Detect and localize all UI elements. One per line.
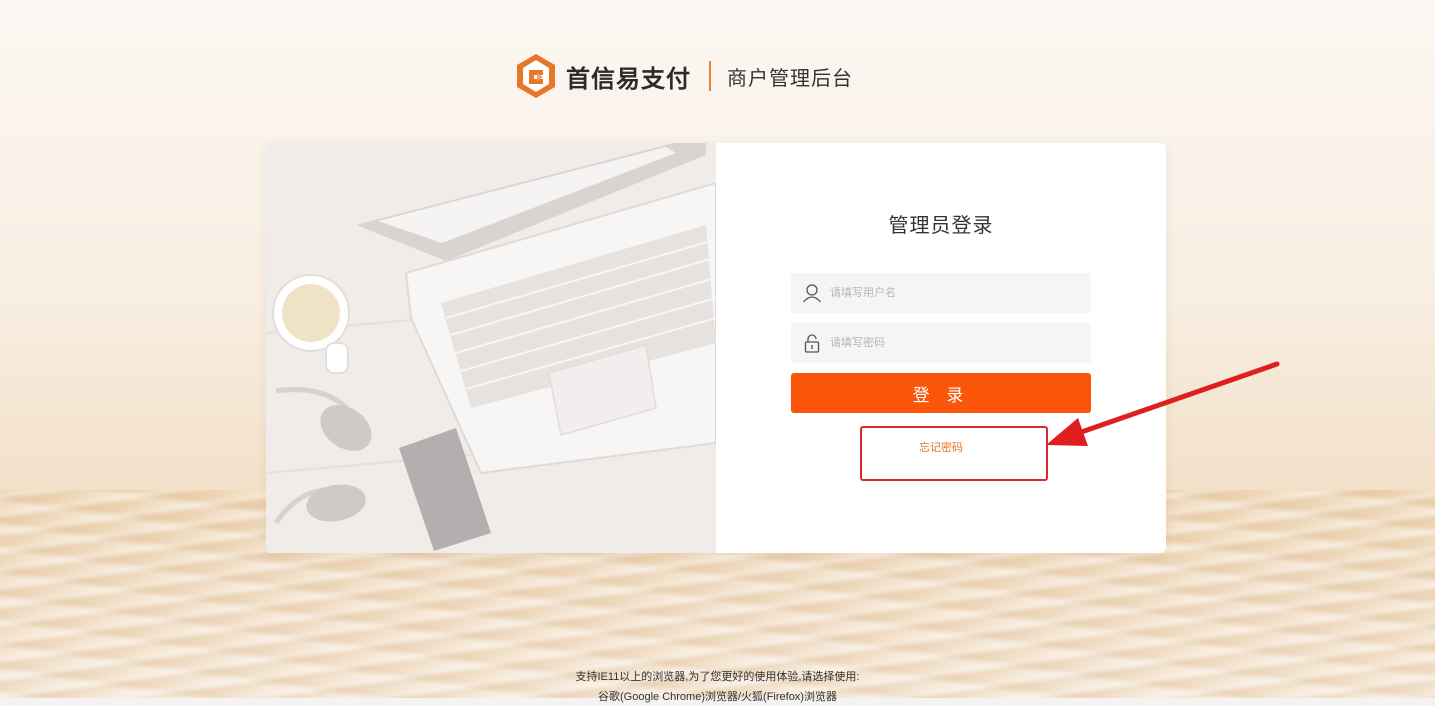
laptop-illustration xyxy=(266,143,716,553)
username-field[interactable] xyxy=(791,273,1091,313)
browser-support-notice: 支持IE11以上的浏览器,为了您更好的使用体验,请选择使用: 谷歌(Google… xyxy=(0,667,1435,706)
footer-line-2: 谷歌(Google Chrome)浏览器/火狐(Firefox)浏览器 xyxy=(598,691,837,703)
brand-subtitle: 商户管理后台 xyxy=(727,67,853,90)
annotation-highlight-box xyxy=(860,426,1048,481)
desk-illustration xyxy=(266,143,716,553)
password-field[interactable] xyxy=(791,323,1091,363)
login-form: 管理员登录 登 录 忘记密码 xyxy=(716,143,1166,553)
password-input[interactable] xyxy=(828,323,1082,363)
user-icon xyxy=(803,284,821,303)
header-brand: 首信易支付 商户管理后台 xyxy=(515,52,853,100)
annotation-arrow-icon xyxy=(1046,361,1280,446)
login-title: 管理员登录 xyxy=(888,215,994,237)
footer-line-1: 支持IE11以上的浏览器,为了您更好的使用体验,请选择使用: xyxy=(575,671,860,683)
username-input[interactable] xyxy=(828,273,1082,313)
brand-name: 首信易支付 xyxy=(566,65,691,93)
lock-icon xyxy=(804,334,820,353)
brand-divider xyxy=(709,61,711,91)
login-card: 管理员登录 登 录 忘记密码 xyxy=(266,143,1166,553)
brand-logo-icon xyxy=(517,54,555,98)
